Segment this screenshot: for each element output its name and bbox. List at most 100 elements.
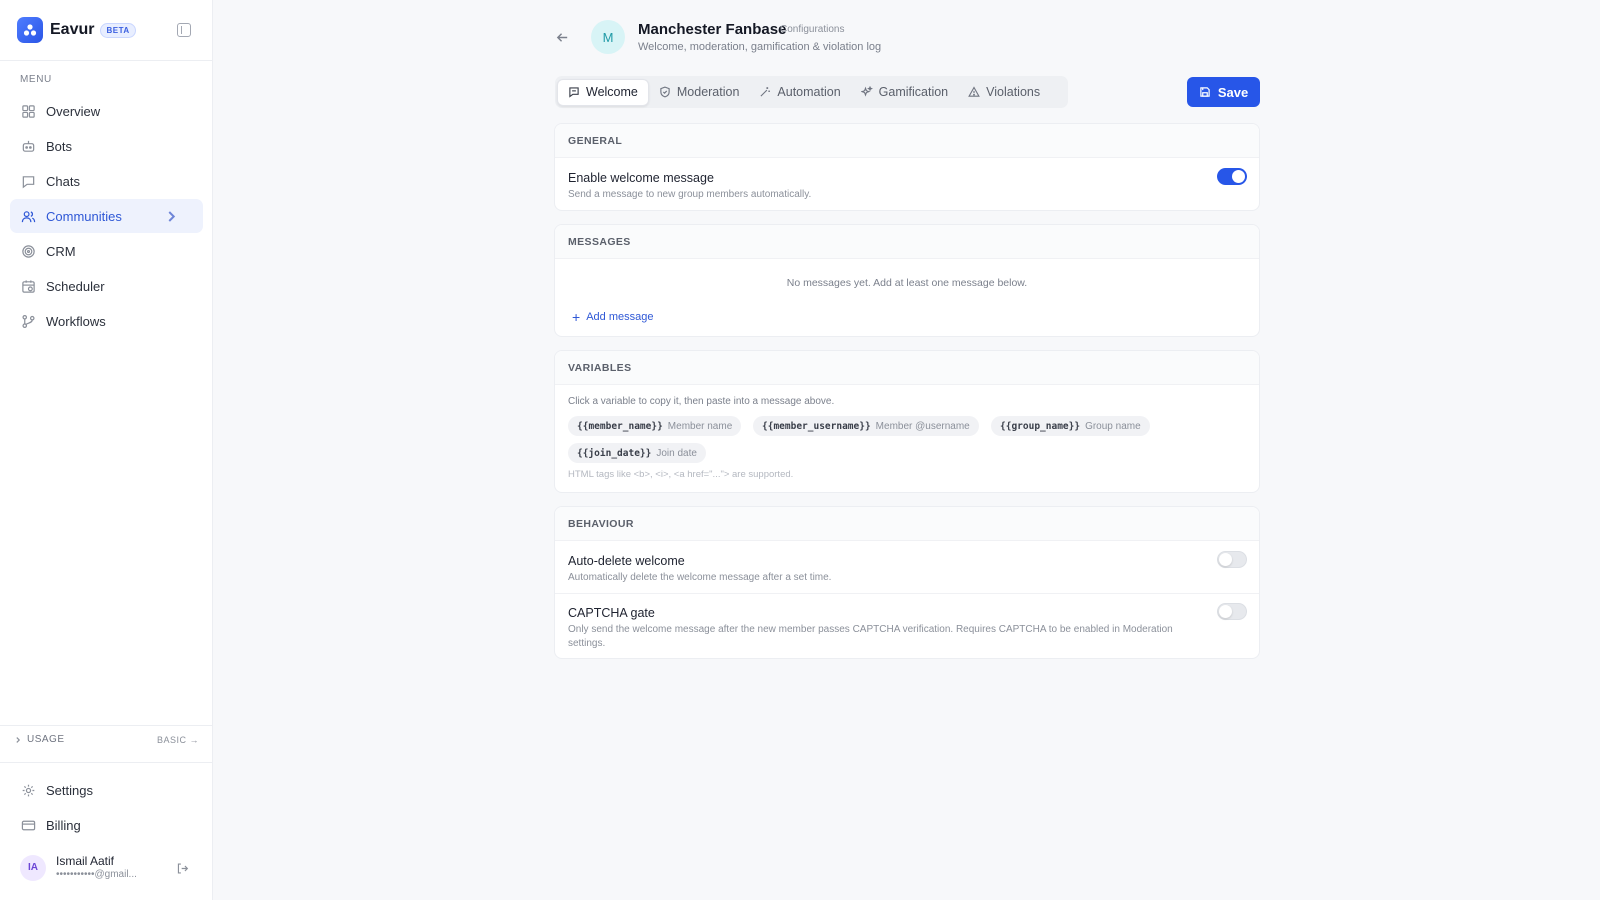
tab-automation[interactable]: Automation bbox=[749, 79, 850, 106]
variable-chip-member-name[interactable]: {{member_name}} Member name bbox=[568, 416, 742, 436]
empty-state: No messages yet. Add at least one messag… bbox=[786, 277, 1028, 289]
toggle-knob bbox=[1232, 170, 1245, 183]
sidebar-item-label: Settings bbox=[46, 782, 93, 798]
eavur-logo-icon bbox=[17, 17, 43, 43]
variable-label: Member @username bbox=[875, 420, 970, 432]
user-email: •••••••••••@gmail... bbox=[56, 869, 137, 880]
bot-icon bbox=[22, 140, 35, 152]
setting-title: CAPTCHA gate bbox=[568, 606, 655, 620]
plan-link[interactable]: BASIC → bbox=[157, 735, 199, 745]
auto-delete-toggle[interactable] bbox=[1217, 551, 1247, 568]
toggle-knob bbox=[1219, 553, 1232, 566]
sidebar-item-label: Bots bbox=[46, 138, 73, 154]
sidebar-item-communities[interactable]: Communities bbox=[10, 199, 203, 233]
setting-title: Auto-delete welcome bbox=[568, 554, 685, 568]
sidebar-item-label: Chats bbox=[46, 173, 80, 189]
users-icon bbox=[21, 210, 36, 222]
card-icon bbox=[21, 820, 36, 830]
behaviour-card: BEHAVIOUR Auto-delete welcome Automatica… bbox=[554, 506, 1260, 659]
variable-chip-join-date[interactable]: {{join_date}} Join date bbox=[568, 443, 706, 463]
sidebar-item-workflows[interactable]: Workflows bbox=[10, 304, 203, 338]
sidebar-item-bots[interactable]: Bots bbox=[10, 129, 203, 163]
tab-label: Automation bbox=[777, 85, 841, 99]
tab-label: Violations bbox=[986, 85, 1041, 99]
wand-icon bbox=[760, 87, 771, 97]
divider bbox=[0, 60, 213, 61]
sidebar-item-label: Scheduler bbox=[46, 278, 105, 294]
message-square-icon bbox=[569, 87, 579, 98]
divider bbox=[0, 762, 213, 763]
add-message-button[interactable]: + Add message bbox=[572, 309, 653, 325]
variable-code: {{join_date}} bbox=[577, 447, 652, 459]
section-heading: BEHAVIOUR bbox=[555, 507, 1259, 541]
brand[interactable]: Eavur BETA bbox=[17, 17, 136, 43]
plus-icon: + bbox=[572, 309, 581, 325]
tab-label: Gamification bbox=[878, 85, 949, 99]
chat-icon bbox=[22, 175, 35, 188]
sidebar-item-settings[interactable]: Settings bbox=[10, 773, 203, 807]
sidebar-toggle-icon[interactable] bbox=[177, 23, 191, 37]
app-name: Eavur bbox=[50, 21, 95, 38]
variables-card: VARIABLES Click a variable to copy it, t… bbox=[554, 350, 1260, 493]
captcha-gate-toggle[interactable] bbox=[1217, 603, 1247, 620]
target-icon bbox=[22, 244, 35, 258]
divider bbox=[0, 725, 213, 726]
toggle-knob bbox=[1219, 605, 1232, 618]
add-message-label: Add message bbox=[586, 311, 654, 323]
avatar: IA bbox=[20, 854, 46, 881]
setting-description: Automatically delete the welcome message… bbox=[568, 572, 832, 583]
community-avatar: M bbox=[591, 20, 625, 54]
breadcrumb: Configurations bbox=[780, 24, 845, 35]
setting-description: Only send the welcome message after the … bbox=[568, 624, 1173, 649]
save-label: Save bbox=[1217, 84, 1249, 100]
tab-welcome[interactable]: Welcome bbox=[557, 78, 649, 106]
section-heading: MESSAGES bbox=[555, 225, 1259, 259]
general-card: GENERAL Enable welcome message Send a me… bbox=[554, 123, 1260, 211]
sidebar-item-crm[interactable]: CRM bbox=[10, 234, 203, 268]
tab-violations[interactable]: Violations bbox=[958, 79, 1050, 106]
chevron-right-icon bbox=[168, 211, 176, 222]
variable-label: Member name bbox=[667, 420, 733, 432]
messages-card: MESSAGES No messages yet. Add at least o… bbox=[554, 224, 1260, 337]
row-divider bbox=[555, 593, 1259, 594]
warning-icon bbox=[968, 86, 980, 97]
usage-toggle[interactable]: USAGE BASIC → bbox=[14, 734, 199, 745]
sidebar-item-label: Workflows bbox=[46, 313, 106, 329]
calendar-icon bbox=[22, 279, 35, 293]
beta-badge: BETA bbox=[100, 22, 136, 38]
variable-label: Group name bbox=[1085, 420, 1141, 432]
html-support-hint: HTML tags like <b>, <i>, <a href="..."> … bbox=[568, 469, 794, 480]
sidebar-item-label: Billing bbox=[46, 817, 81, 833]
welcome-toggle[interactable] bbox=[1217, 168, 1247, 185]
variable-chip-group-name[interactable]: {{group_name}} Group name bbox=[991, 416, 1150, 436]
variable-label: Join date bbox=[656, 447, 697, 459]
sidebar-item-label: CRM bbox=[46, 243, 76, 259]
grid-icon bbox=[22, 104, 35, 118]
variable-code: {{member_username}} bbox=[762, 420, 871, 432]
sparkles-icon bbox=[860, 86, 873, 97]
variable-chip-member-username[interactable]: {{member_username}} Member @username bbox=[753, 416, 979, 436]
user-profile[interactable]: IA Ismail Aatif •••••••••••@gmail... bbox=[20, 854, 137, 882]
sidebar-item-overview[interactable]: Overview bbox=[10, 94, 203, 128]
setting-title: Enable welcome message bbox=[568, 171, 714, 185]
setting-description: Send a message to new group members auto… bbox=[568, 189, 812, 200]
tab-gamification[interactable]: Gamification bbox=[851, 79, 958, 106]
tab-label: Welcome bbox=[586, 85, 638, 99]
save-button[interactable]: Save bbox=[1187, 77, 1260, 107]
sidebar-item-chats[interactable]: Chats bbox=[10, 164, 203, 198]
sidebar-item-billing[interactable]: Billing bbox=[10, 808, 203, 842]
chevron-right-icon bbox=[16, 736, 21, 743]
sidebar-item-scheduler[interactable]: Scheduler bbox=[10, 269, 203, 303]
sidebar-item-label: Overview bbox=[46, 103, 101, 119]
section-heading: GENERAL bbox=[555, 124, 1259, 158]
workflow-icon bbox=[22, 314, 35, 328]
tab-label: Moderation bbox=[676, 85, 740, 99]
tab-moderation[interactable]: Moderation bbox=[649, 79, 750, 106]
gear-icon bbox=[22, 784, 35, 796]
logout-icon[interactable] bbox=[176, 862, 189, 875]
sidebar: Eavur BETA MENU Overview Bots Chats Comm… bbox=[0, 0, 213, 900]
variables-hint: Click a variable to copy it, then paste … bbox=[568, 396, 835, 407]
back-arrow-icon[interactable] bbox=[555, 30, 570, 45]
usage-label: USAGE bbox=[27, 734, 65, 745]
section-heading: VARIABLES bbox=[555, 351, 1259, 385]
